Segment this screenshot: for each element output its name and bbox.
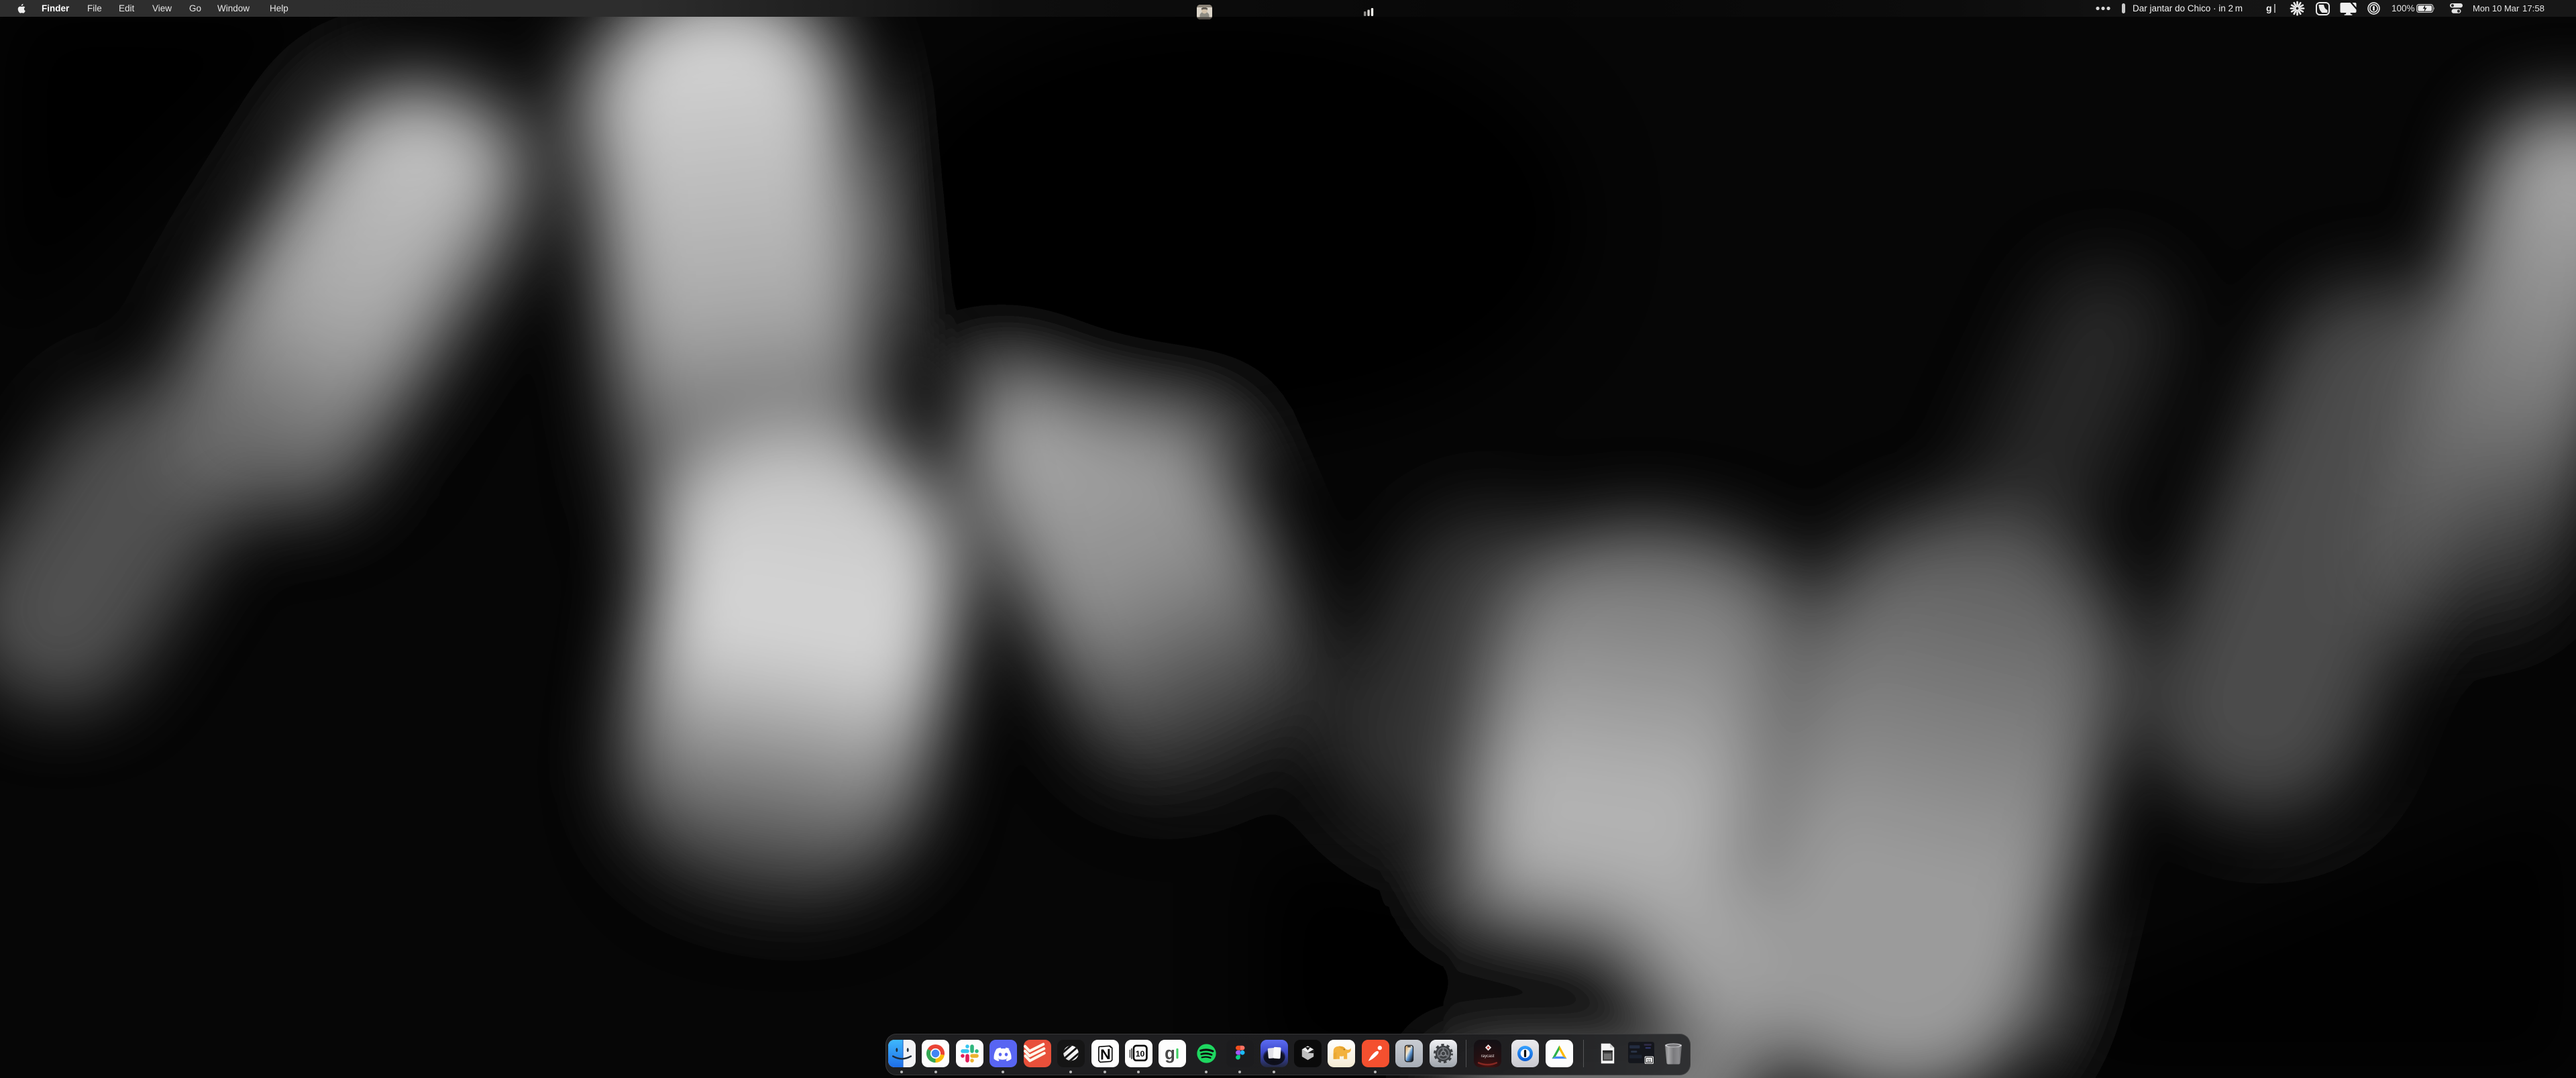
svg-text:11: 11	[1647, 1059, 1652, 1063]
svg-text:g: g	[1165, 1044, 1175, 1063]
svg-text:raycast: raycast	[1481, 1054, 1495, 1059]
svg-text:10: 10	[1136, 1049, 1145, 1059]
